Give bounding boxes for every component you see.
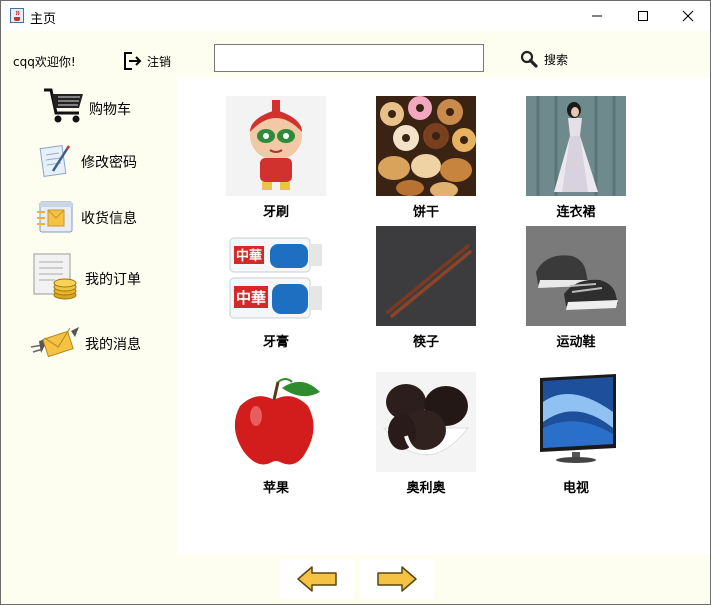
sidebar-item-shipping-info[interactable]: 收货信息 <box>37 197 197 241</box>
product-name: 连衣裙 <box>556 205 596 220</box>
product-image-oreo[interactable] <box>376 372 476 472</box>
product-image-sneakers[interactable] <box>526 226 626 326</box>
maximize-icon <box>638 11 648 21</box>
close-icon <box>682 10 694 22</box>
product-image-apple[interactable] <box>226 372 326 472</box>
document-pen-icon <box>39 145 71 177</box>
receipt-coins-icon <box>33 253 77 300</box>
arrow-left-icon <box>297 566 337 592</box>
shopping-cart-icon <box>44 88 83 123</box>
welcome-text: cqq欢迎你! <box>13 55 76 69</box>
search-bar: 搜索 <box>177 31 710 77</box>
minimize-button[interactable] <box>574 1 620 31</box>
previous-page-button[interactable] <box>280 559 354 599</box>
product-image-toothpaste[interactable]: 中華 中華 <box>226 226 326 326</box>
sidebar-item-label: 我的订单 <box>85 272 141 288</box>
product-name: 牙刷 <box>262 205 289 220</box>
product-name: 运动鞋 <box>556 335 596 350</box>
envelope-list-icon <box>37 201 73 233</box>
next-page-button[interactable] <box>360 559 434 599</box>
maximize-button[interactable] <box>620 1 666 31</box>
arrow-right-icon <box>377 566 417 592</box>
logout-label: 注销 <box>147 55 172 69</box>
sidebar-item-my-orders[interactable]: 我的订单 <box>33 253 193 300</box>
product-image-cookies[interactable] <box>376 96 476 196</box>
flying-envelope-icon <box>31 327 79 358</box>
toothpaste-brand-bottom: 中華 <box>236 289 266 307</box>
product-image-chopsticks[interactable] <box>376 226 476 326</box>
main-window: 主页 cqq欢迎你! 注销 购物车 修改密码 收货信息 我的订单 我的消息 搜索… <box>0 0 711 605</box>
pager <box>177 555 710 604</box>
sidebar-item-change-password[interactable]: 修改密码 <box>39 143 199 187</box>
product-grid: 牙刷 饼干 连衣裙 中華 中華 牙膏 筷子 运动鞋 苹果 奥利奥 电视 <box>177 77 710 555</box>
sidebar-item-my-messages[interactable]: 我的消息 <box>31 327 191 371</box>
product-name: 筷子 <box>412 335 439 350</box>
window-title: 主页 <box>30 12 57 27</box>
product-name: 电视 <box>562 481 589 496</box>
search-button-label: 搜索 <box>544 53 569 67</box>
close-button[interactable] <box>665 1 710 31</box>
product-name: 牙膏 <box>262 335 289 350</box>
sidebar-item-label: 收货信息 <box>81 211 137 227</box>
sidebar: cqq欢迎你! 注销 购物车 修改密码 收货信息 我的订单 我的消息 <box>1 31 177 604</box>
search-input[interactable] <box>214 44 484 72</box>
java-cup-icon <box>10 8 24 23</box>
product-name: 饼干 <box>412 205 439 220</box>
product-image-toothbrush[interactable] <box>226 96 326 196</box>
product-name: 奥利奥 <box>406 481 446 496</box>
toothpaste-brand-top: 中華 <box>236 248 262 263</box>
product-name: 苹果 <box>262 481 289 496</box>
product-image-television[interactable] <box>526 372 626 472</box>
sidebar-item-label: 修改密码 <box>81 155 137 171</box>
title-bar: 主页 <box>1 1 710 31</box>
minimize-icon <box>592 15 602 17</box>
sidebar-item-label: 购物车 <box>89 102 131 118</box>
search-icon <box>520 50 538 68</box>
product-image-dress[interactable] <box>526 96 626 196</box>
logout-icon <box>124 52 142 70</box>
sidebar-item-label: 我的消息 <box>85 337 141 353</box>
